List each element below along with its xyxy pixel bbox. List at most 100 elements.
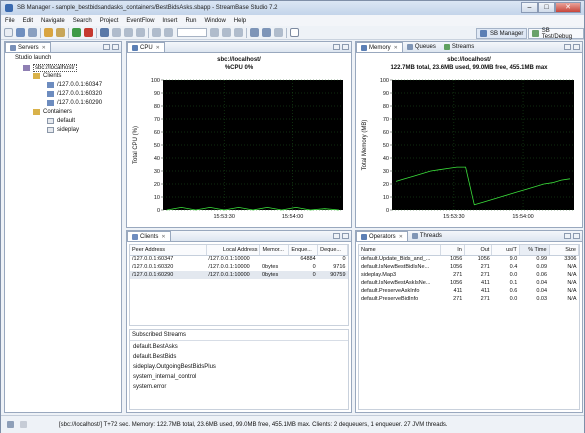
table-row[interactable]: default.IsNewBestBidIsNe... 1056 271 0.4… [359,263,579,271]
tree-node-clients[interactable]: Clients [33,73,61,79]
validate-icon[interactable] [290,28,299,37]
menu-window[interactable]: Window [200,18,229,24]
new-icon[interactable] [4,28,13,37]
table-row[interactable]: /127.0.0.1:60320 /127.0.0.1:10000 0bytes… [130,263,348,271]
align-icon[interactable] [262,28,271,37]
maximize-view-icon[interactable] [342,233,349,239]
back-icon[interactable] [124,28,133,37]
list-item[interactable]: default.BestAsks [133,344,178,350]
tab-queues[interactable]: Queues [403,42,440,52]
list-item[interactable]: default.BestBids [133,354,176,360]
open-folder-icon[interactable] [44,28,53,37]
list-item[interactable]: system_internal_control [133,374,196,380]
save-all-icon[interactable] [28,28,37,37]
tree-node-client[interactable]: /127.0.0.1:60347 [47,82,102,88]
tab-cpu[interactable]: CPU ✕ [127,42,165,52]
table-row[interactable]: sideplay.Map3 271 271 0.0 0.06 N/A [359,271,579,279]
maximize-button[interactable]: □ [538,2,555,13]
column-header[interactable]: Size [549,245,579,256]
menu-project[interactable]: Project [96,18,123,24]
maximize-view-icon[interactable] [573,233,580,239]
tree-node-container[interactable]: sideplay [47,127,79,133]
tree-node-server[interactable]: sbc://localhost/ [23,64,77,72]
tab-memory[interactable]: Memory ✕ [356,42,403,52]
zoom-combo[interactable] [177,28,207,37]
column-header[interactable]: Memor... [259,245,290,256]
layout-icon[interactable] [250,28,259,37]
menu-search[interactable]: Search [69,18,96,24]
menu-navigate[interactable]: Navigate [37,18,69,24]
perspective-sb-test-debug[interactable]: SB Test/Debug [528,28,584,40]
wizard-icon[interactable] [56,28,65,37]
column-header[interactable]: In [440,245,465,256]
column-header[interactable]: Out [464,245,493,256]
operators-table: Name In Out us/T % Time Size default.Upd… [359,245,579,303]
minimize-view-icon[interactable] [333,233,340,239]
server-status-icon[interactable] [7,421,14,428]
table-row[interactable]: /127.0.0.1:60290 /127.0.0.1:10000 0bytes… [130,271,348,279]
close-button[interactable]: ✕ [555,2,581,13]
minimize-view-icon[interactable] [333,44,340,50]
maximize-view-icon[interactable] [112,44,119,50]
table-row[interactable]: /127.0.0.1:60347 /127.0.0.1:10000 64884 … [130,255,348,263]
minimize-button[interactable]: – [521,2,538,13]
tab-servers[interactable]: Servers ✕ [5,42,51,52]
save-icon[interactable] [16,28,25,37]
column-header[interactable]: Name [359,245,442,256]
step-icon[interactable] [112,28,121,37]
maximize-view-icon[interactable] [573,44,580,50]
debug-icon[interactable] [100,28,109,37]
minimize-view-icon[interactable] [564,44,571,50]
close-tab-icon[interactable]: ✕ [42,45,46,51]
table-row[interactable]: default.Update_Bids_and_... 1056 1056 9.… [359,255,579,263]
copy-icon[interactable] [164,28,173,37]
tree-node-container[interactable]: default [47,118,75,124]
list-item[interactable]: sideplay.OutgoingBestBidsPlus [133,364,216,370]
tab-streams[interactable]: Streams [440,42,478,52]
tab-threads[interactable]: Threads [408,231,446,241]
tab-operators[interactable]: Operators ✕ [356,231,408,241]
column-header[interactable]: us/T [491,245,520,256]
memory-x-tick-label: 15:54:00 [512,214,533,220]
maximize-view-icon[interactable] [342,44,349,50]
menu-run[interactable]: Run [181,18,200,24]
close-tab-icon[interactable]: ✕ [394,45,398,51]
minimize-view-icon[interactable] [103,44,110,50]
run-icon[interactable] [72,28,81,37]
list-item[interactable]: system.error [133,384,166,390]
cut-icon[interactable] [152,28,161,37]
table-cell: 0 [288,271,318,279]
close-tab-icon[interactable]: ✕ [156,45,160,51]
menu-help[interactable]: Help [230,18,250,24]
column-header[interactable]: Enque... [288,245,319,256]
forward-icon[interactable] [136,28,145,37]
tree-node-client[interactable]: /127.0.0.1:60290 [47,100,102,106]
column-header[interactable]: Local Address [206,245,261,256]
operators-panel: Operators ✕ Threads Name In Out us/T % T… [355,230,583,413]
menu-insert[interactable]: Insert [158,18,181,24]
zoom-out-icon[interactable] [222,28,231,37]
menu-edit[interactable]: Edit [19,18,37,24]
column-header-sorted[interactable]: % Time [519,245,550,256]
fit-icon[interactable] [234,28,243,37]
stop-icon[interactable] [84,28,93,37]
table-row[interactable]: default.PreserveBidInfo 271 271 0.0 0.03… [359,295,579,303]
tree-node-root[interactable]: Studio launch [15,55,51,61]
tree-node-client[interactable]: /127.0.0.1:60320 [47,91,102,97]
column-header[interactable]: Peer Address [130,245,207,256]
menu-eventflow[interactable]: EventFlow [122,18,158,24]
menu-file[interactable]: File [1,18,19,24]
fast-view-icon[interactable] [20,421,27,428]
grid-icon[interactable] [274,28,283,37]
zoom-in-icon[interactable] [210,28,219,37]
perspective-sb-manager[interactable]: SB Manager [476,28,528,39]
column-header[interactable]: Deque... [317,245,348,256]
tree-node-containers[interactable]: Containers [33,109,72,115]
table-row[interactable]: default.IsNewBestAskIsNe... 1056 411 0.1… [359,279,579,287]
close-tab-icon[interactable]: ✕ [399,234,403,240]
tab-clients[interactable]: Clients ✕ [127,231,171,241]
memory-y-tick-label: 10 [383,195,389,201]
minimize-view-icon[interactable] [564,233,571,239]
table-row[interactable]: default.PreserveAskInfo 411 411 0.6 0.04… [359,287,579,295]
close-tab-icon[interactable]: ✕ [161,234,165,240]
